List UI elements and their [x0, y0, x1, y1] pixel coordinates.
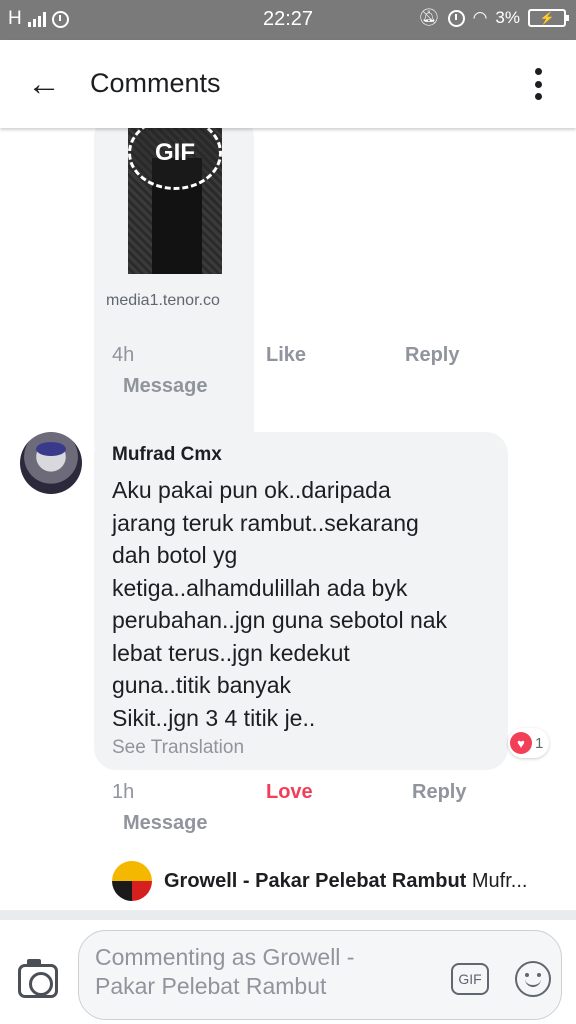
- see-translation-link[interactable]: See Translation: [112, 737, 244, 759]
- love-button[interactable]: Love: [266, 781, 313, 804]
- comment-time: 4h: [112, 344, 135, 366]
- reply-preview[interactable]: Growell - Pakar Pelebat Rambut Mufr...: [164, 870, 556, 893]
- reaction-count: 1: [535, 734, 544, 752]
- mute-icon: 🔕︎: [417, 8, 440, 27]
- gif-button[interactable]: GIF: [451, 963, 489, 995]
- status-bar: H 22:27 🔕︎ ◠ 3% ⚡: [0, 0, 576, 40]
- comment-input[interactable]: Commenting as Growell - Pakar Pelebat Ra…: [78, 930, 562, 1020]
- heart-icon: ♥: [510, 732, 532, 754]
- avatar[interactable]: [20, 432, 82, 494]
- reply-author: Growell - Pakar Pelebat Rambut: [164, 870, 467, 892]
- comment-placeholder: Commenting as Growell - Pakar Pelebat Ra…: [95, 944, 355, 999]
- comment-composer: Commenting as Growell - Pakar Pelebat Ra…: [0, 910, 576, 1024]
- comment-bubble[interactable]: Mufrad Cmx Aku pakai pun ok..daripada ja…: [94, 432, 550, 770]
- reply-snippet: Mufr...: [471, 870, 528, 892]
- more-options-icon[interactable]: [528, 64, 548, 104]
- message-button[interactable]: Message: [123, 375, 208, 398]
- comment-time: 1h: [112, 781, 135, 803]
- gif-source-link[interactable]: media1.tenor.co: [106, 292, 220, 310]
- gif-play-badge[interactable]: GIF: [128, 128, 222, 190]
- gif-thumbnail[interactable]: GIF: [128, 128, 222, 274]
- comment-author[interactable]: Mufrad Cmx: [112, 444, 222, 466]
- reply-button[interactable]: Reply: [412, 781, 466, 804]
- emoji-icon[interactable]: [515, 961, 551, 997]
- message-button[interactable]: Message: [123, 812, 208, 835]
- gif-attachment[interactable]: GIF media1.tenor.co: [94, 128, 254, 462]
- app-bar: ← Comments: [0, 40, 576, 128]
- page-avatar[interactable]: [112, 861, 152, 901]
- alarm-icon: [447, 9, 465, 27]
- reaction-badge[interactable]: ♥ 1: [508, 728, 550, 758]
- camera-icon[interactable]: [18, 959, 58, 998]
- back-arrow-icon[interactable]: ←: [22, 64, 66, 104]
- comment-text: Aku pakai pun ok..daripada jarang teruk …: [112, 477, 448, 731]
- wifi-icon: ◠: [472, 8, 488, 27]
- like-button[interactable]: Like: [266, 344, 306, 367]
- comments-list[interactable]: GIF media1.tenor.co 4h Like Reply Messag…: [0, 128, 576, 910]
- reply-button[interactable]: Reply: [405, 344, 459, 367]
- page-title: Comments: [90, 68, 221, 98]
- battery-icon: ⚡: [528, 9, 569, 27]
- battery-percent: 3%: [495, 8, 520, 27]
- status-right: 🔕︎ ◠ 3% ⚡: [417, 8, 569, 28]
